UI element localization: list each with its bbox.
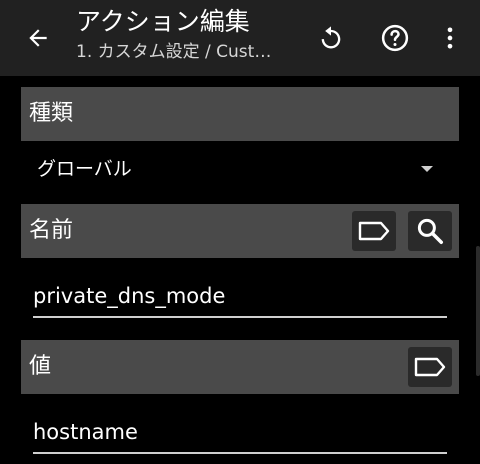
tag-icon	[414, 357, 446, 377]
search-icon	[417, 218, 443, 244]
name-input[interactable]: private_dns_mode	[33, 276, 447, 318]
name-search-button[interactable]	[408, 211, 452, 251]
more-vert-icon	[447, 27, 453, 49]
type-section-header: 種類	[21, 87, 459, 141]
type-dropdown-value: グローバル	[37, 158, 132, 180]
page-subtitle: 1. カスタム設定 / Cust…	[76, 42, 272, 62]
help-button[interactable]	[377, 20, 413, 56]
value-section-header: 値	[21, 340, 459, 394]
scrollbar[interactable]	[476, 246, 480, 376]
name-tag-button[interactable]	[352, 211, 396, 251]
arrow-back-icon	[29, 29, 47, 47]
value-tag-button[interactable]	[408, 347, 452, 387]
app-bar: アクション編集 1. カスタム設定 / Cust…	[0, 0, 480, 76]
value-label: 値	[29, 354, 52, 379]
content-area: 種類 グローバル 名前 private_dns_mode 値 hostname	[0, 76, 480, 464]
back-button[interactable]	[20, 20, 56, 56]
value-input[interactable]: hostname	[33, 412, 447, 454]
more-button[interactable]	[432, 20, 468, 56]
type-label: 種類	[29, 101, 74, 126]
tag-icon	[358, 221, 390, 241]
reset-icon	[321, 26, 341, 49]
name-label: 名前	[29, 218, 74, 243]
dropdown-arrow-icon	[421, 166, 433, 172]
title-block: アクション編集 1. カスタム設定 / Cust…	[76, 4, 316, 64]
name-section-header: 名前	[21, 204, 459, 258]
help-icon	[381, 24, 409, 52]
reset-button[interactable]	[313, 20, 349, 56]
page-title: アクション編集	[76, 7, 250, 36]
type-dropdown[interactable]: グローバル	[21, 146, 459, 192]
